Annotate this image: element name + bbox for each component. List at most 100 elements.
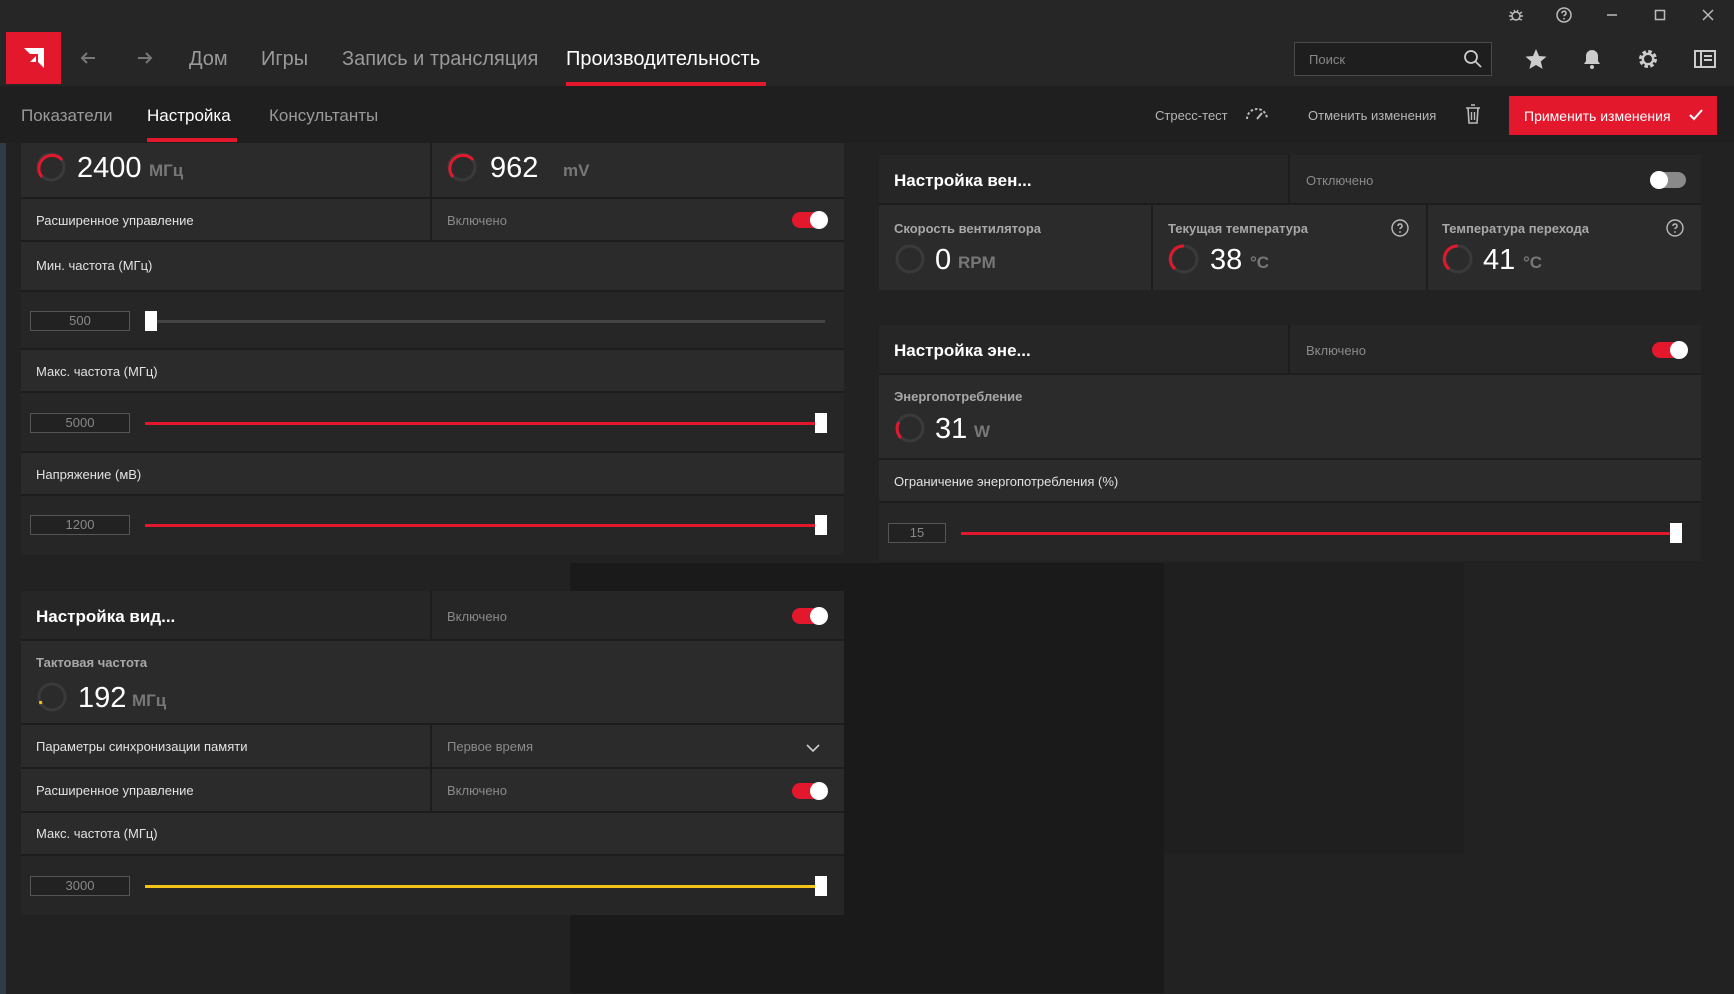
- vram-tuning-panel: Настройка вид... Включено Тактовая часто…: [21, 591, 844, 915]
- chevron-down-icon[interactable]: [806, 740, 820, 758]
- subtab-metrics[interactable]: Показатели: [21, 106, 113, 126]
- gpu-voltage-input[interactable]: 1200: [30, 515, 130, 535]
- fan-tuning-state: Отключено: [1306, 173, 1374, 188]
- gpu-advanced-control-label: Расширенное управление: [36, 213, 194, 228]
- minimize-icon[interactable]: [1599, 4, 1625, 26]
- close-icon[interactable]: [1695, 4, 1721, 26]
- vram-advanced-control-toggle[interactable]: [792, 782, 828, 800]
- gpu-max-freq-label: Макс. частота (МГц): [36, 364, 158, 379]
- vram-max-freq-label: Макс. частота (МГц): [36, 826, 158, 841]
- gpu-voltage-slider-handle[interactable]: [815, 515, 827, 535]
- main-navigation: Дом Игры Запись и трансляция Производите…: [0, 30, 1734, 86]
- subtab-advisors[interactable]: Консультанты: [269, 106, 378, 126]
- help-icon[interactable]: [1551, 4, 1577, 26]
- power-limit-input[interactable]: 15: [888, 523, 946, 543]
- vram-clock-value: 192: [78, 682, 127, 714]
- fan-header-row: Настройка вен... Отключено: [879, 155, 1701, 205]
- trash-icon[interactable]: [1464, 103, 1482, 130]
- gpu-max-freq-slider-handle[interactable]: [815, 413, 827, 433]
- gpu-advanced-control-state: Включено: [447, 213, 507, 228]
- vram-tuning-title: Настройка вид...: [36, 607, 176, 626]
- favorites-star-icon[interactable]: [1521, 44, 1551, 74]
- cell-divider: [430, 725, 432, 767]
- bug-report-icon[interactable]: [1503, 4, 1529, 26]
- power-limit-slider-handle[interactable]: [1670, 523, 1682, 543]
- gpu-gauges-row: 2400 МГц 962 mV: [21, 143, 844, 199]
- gpu-frequency-unit: МГц: [149, 161, 184, 180]
- vram-max-freq-label-row: Макс. частота (МГц): [21, 813, 844, 856]
- amd-logo[interactable]: [6, 32, 61, 84]
- vram-timing-select[interactable]: Первое время: [447, 739, 533, 754]
- vram-max-freq-input[interactable]: 3000: [30, 876, 130, 896]
- gpu-voltage-gauge-icon: [447, 152, 477, 182]
- power-consumption-row: Энергопотребление 31 W: [879, 375, 1701, 460]
- gpu-voltage-slider-row: 1200: [21, 496, 844, 555]
- junction-help-icon[interactable]: [1665, 218, 1685, 238]
- search-placeholder: Поиск: [1309, 52, 1346, 67]
- gpu-max-freq-input[interactable]: 5000: [30, 413, 130, 433]
- nav-tab-games[interactable]: Игры: [261, 48, 308, 71]
- gpu-max-freq-label-row: Макс. частота (МГц): [21, 350, 844, 393]
- nav-tab-home[interactable]: Дом: [189, 48, 228, 71]
- vram-header-row: Настройка вид... Включено: [21, 591, 844, 641]
- temperature-help-icon[interactable]: [1390, 218, 1410, 238]
- junction-temperature-unit: °C: [1523, 253, 1543, 272]
- gpu-min-freq-input[interactable]: 500: [30, 311, 130, 331]
- gpu-frequency-value: 2400: [77, 152, 142, 184]
- current-temperature-unit: °C: [1250, 253, 1270, 272]
- vram-advanced-control-label: Расширенное управление: [36, 783, 194, 798]
- gpu-min-freq-slider-handle[interactable]: [145, 311, 157, 331]
- vram-tuning-state: Включено: [447, 609, 507, 624]
- title-bar: [0, 0, 1734, 30]
- cell-divider: [1151, 205, 1153, 290]
- fan-speed-value: 0: [935, 244, 952, 276]
- vram-max-freq-track: [145, 885, 825, 888]
- vram-tuning-toggle[interactable]: [792, 607, 828, 625]
- fan-tuning-toggle[interactable]: [1650, 171, 1686, 189]
- vram-clock-unit: МГц: [132, 691, 167, 710]
- gpu-min-freq-track: [148, 320, 825, 323]
- apply-changes-button[interactable]: Применить изменения: [1509, 96, 1717, 135]
- power-consumption-label: Энергопотребление: [894, 389, 1023, 404]
- fan-tuning-panel: Настройка вен... Отключено Скорость вент…: [879, 155, 1701, 290]
- nav-tab-performance[interactable]: Производительность: [566, 48, 760, 71]
- cell-divider: [430, 143, 432, 197]
- current-temperature-label: Текущая температура: [1168, 221, 1309, 236]
- search-icon[interactable]: [1463, 49, 1483, 74]
- power-tuning-panel: Настройка эне... Включено Энергопотребле…: [879, 325, 1701, 561]
- discard-changes-button[interactable]: Отменить изменения: [1308, 108, 1436, 123]
- fan-speed-unit: RPM: [958, 253, 996, 272]
- stress-test-button[interactable]: Стресс-тест: [1155, 108, 1228, 123]
- gpu-min-freq-label-row: Мин. частота (МГц): [21, 242, 844, 292]
- power-tuning-title: Настройка эне...: [894, 341, 1031, 360]
- power-consumption-unit: W: [974, 422, 991, 441]
- notifications-bell-icon[interactable]: [1577, 44, 1607, 74]
- cell-divider: [1288, 155, 1290, 203]
- junction-temperature-gauge-icon: [1442, 244, 1473, 274]
- cell-divider: [430, 199, 432, 240]
- search-box[interactable]: Поиск: [1294, 42, 1492, 76]
- junction-temperature-label: Температура перехода: [1442, 221, 1589, 236]
- vram-max-freq-slider-handle[interactable]: [815, 876, 827, 896]
- stress-test-gauge-icon[interactable]: [1244, 105, 1270, 126]
- gpu-advanced-control-toggle[interactable]: [792, 211, 828, 229]
- power-limit-track: [961, 532, 1679, 535]
- sidebar-panel-icon[interactable]: [1690, 44, 1720, 74]
- maximize-icon[interactable]: [1647, 4, 1673, 26]
- power-tuning-toggle[interactable]: [1652, 341, 1688, 359]
- fan-stats-row: Скорость вентилятора 0 RPM Текущая темпе…: [879, 205, 1701, 290]
- back-arrow-icon[interactable]: [74, 44, 102, 72]
- power-limit-label-row: Ограничение энергопотребления (%): [879, 460, 1701, 503]
- gpu-max-freq-track: [145, 422, 825, 425]
- subtab-tuning[interactable]: Настройка: [147, 106, 231, 126]
- checkmark-icon: [1687, 106, 1705, 127]
- gpu-min-freq-slider-row: 500: [21, 292, 844, 350]
- fan-speed-label: Скорость вентилятора: [894, 221, 1041, 236]
- forward-arrow-icon[interactable]: [131, 44, 159, 72]
- gpu-voltage-label: Напряжение (мВ): [36, 467, 142, 482]
- sub-navigation: Показатели Настройка Консультанты Стресс…: [0, 86, 1734, 143]
- nav-tab-recording[interactable]: Запись и трансляция: [342, 48, 538, 71]
- settings-gear-icon[interactable]: [1633, 44, 1663, 74]
- background-window-shadow-2: [1164, 563, 1464, 853]
- vram-advanced-control-state: Включено: [447, 783, 507, 798]
